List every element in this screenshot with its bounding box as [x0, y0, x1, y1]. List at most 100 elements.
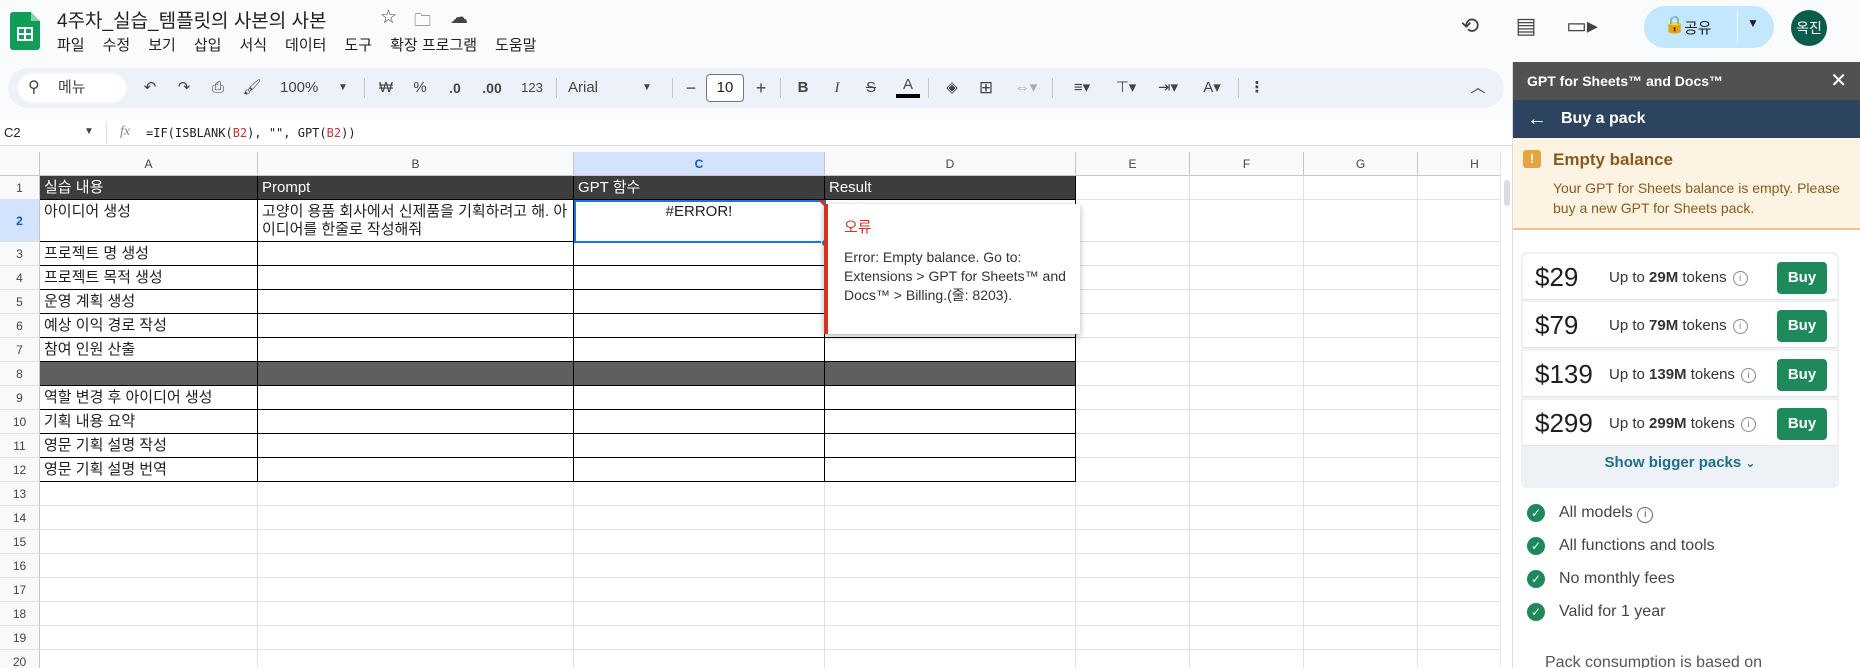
cell[interactable] [1304, 482, 1418, 506]
cell[interactable] [1418, 602, 1500, 626]
cell[interactable] [825, 578, 1076, 602]
zoom-chevron-icon[interactable]: ▼ [338, 76, 348, 100]
column-header-h[interactable]: H [1418, 152, 1500, 176]
cell[interactable]: 영문 기획 설명 작성 [40, 434, 258, 458]
cell[interactable] [1418, 578, 1500, 602]
cell[interactable] [1304, 626, 1418, 650]
strikethrough-icon[interactable]: S [860, 76, 882, 100]
cell[interactable] [1076, 530, 1190, 554]
cell[interactable] [258, 578, 574, 602]
cell[interactable] [1304, 338, 1418, 362]
cell[interactable] [1418, 458, 1500, 482]
cell[interactable] [1076, 458, 1190, 482]
vertical-align-icon[interactable]: ⊤▾ [1108, 76, 1144, 100]
row-header[interactable]: 2 [0, 200, 40, 242]
font-chevron-icon[interactable]: ▼ [642, 76, 652, 100]
cell[interactable] [258, 338, 574, 362]
cell[interactable] [825, 458, 1076, 482]
show-bigger-packs-link[interactable]: Show bigger packs ⌄ [1521, 454, 1839, 471]
cell[interactable] [1304, 242, 1418, 266]
cell[interactable] [258, 434, 574, 458]
info-icon[interactable]: i [1740, 417, 1756, 432]
star-icon[interactable]: ☆ [380, 6, 397, 29]
cell[interactable]: 영문 기획 설명 번역 [40, 458, 258, 482]
cell[interactable] [574, 530, 825, 554]
column-header-c[interactable]: C [574, 152, 825, 176]
cell[interactable] [40, 362, 258, 386]
cell[interactable] [1190, 650, 1304, 668]
cell[interactable] [1304, 386, 1418, 410]
cell[interactable] [1304, 362, 1418, 386]
cell[interactable] [1190, 338, 1304, 362]
menu-tools[interactable]: 도구 [335, 34, 381, 55]
cell[interactable] [1304, 314, 1418, 338]
cell[interactable] [574, 458, 825, 482]
share-button[interactable]: 🔒 공유 ▼ [1644, 6, 1774, 48]
cell[interactable]: 프로젝트 목적 생성 [40, 266, 258, 290]
text-wrap-icon[interactable]: ⇥▾ [1150, 76, 1186, 100]
number-format-button[interactable]: 123 [516, 76, 548, 100]
cell[interactable]: 기획 내용 요약 [40, 410, 258, 434]
cell[interactable]: 고양이 용품 회사에서 신제품을 기획하려고 해. 아이디어를 한줄로 작성해줘 [258, 200, 574, 242]
cell[interactable] [1418, 506, 1500, 530]
cell[interactable] [1418, 242, 1500, 266]
comments-icon[interactable]: ▤ [1510, 12, 1542, 40]
row-header[interactable]: 20 [0, 650, 40, 668]
cell[interactable]: 역할 변경 후 아이디어 생성 [40, 386, 258, 410]
cell[interactable] [574, 338, 825, 362]
cell[interactable] [1190, 290, 1304, 314]
percent-format-button[interactable]: % [408, 76, 432, 100]
cell[interactable] [1418, 362, 1500, 386]
cell[interactable] [1076, 386, 1190, 410]
cell[interactable] [825, 626, 1076, 650]
cell[interactable] [574, 554, 825, 578]
cell[interactable] [1418, 530, 1500, 554]
cell[interactable] [1076, 290, 1190, 314]
cell[interactable] [1190, 602, 1304, 626]
menu-data[interactable]: 데이터 [276, 34, 335, 55]
cell[interactable] [1190, 482, 1304, 506]
cell[interactable]: 프로젝트 명 생성 [40, 242, 258, 266]
menu-format[interactable]: 서식 [230, 34, 276, 55]
italic-icon[interactable]: I [826, 76, 848, 100]
increase-font-size-icon[interactable]: + [752, 76, 770, 100]
spreadsheet-grid[interactable]: A B C D E F G H 1 실습 내용 Prompt GPT 함수 Result… [0, 152, 1500, 668]
collapse-toolbar-icon[interactable]: ︿ [1468, 76, 1488, 100]
name-box[interactable]: C2 [4, 125, 21, 140]
cell[interactable] [258, 290, 574, 314]
cell[interactable] [258, 410, 574, 434]
cell[interactable] [825, 554, 1076, 578]
cell[interactable] [258, 482, 574, 506]
cell[interactable] [40, 602, 258, 626]
cell[interactable] [1076, 626, 1190, 650]
column-header-e[interactable]: E [1076, 152, 1190, 176]
cell[interactable] [574, 362, 825, 386]
cell[interactable] [1076, 266, 1190, 290]
cell[interactable] [1304, 554, 1418, 578]
cell[interactable] [1304, 410, 1418, 434]
cell[interactable] [1304, 650, 1418, 668]
row-header[interactable]: 14 [0, 506, 40, 530]
cell[interactable] [574, 314, 825, 338]
cell[interactable] [258, 506, 574, 530]
select-all-corner[interactable] [0, 152, 40, 176]
zoom-select[interactable]: 100% [280, 76, 318, 100]
row-header[interactable]: 17 [0, 578, 40, 602]
column-header-g[interactable]: G [1304, 152, 1418, 176]
cell[interactable] [258, 554, 574, 578]
menu-view[interactable]: 보기 [139, 34, 185, 55]
name-box-chevron-icon[interactable]: ▼ [84, 126, 94, 137]
cell[interactable] [1418, 386, 1500, 410]
cell[interactable] [1304, 266, 1418, 290]
cell[interactable] [825, 338, 1076, 362]
cell[interactable] [40, 626, 258, 650]
borders-icon[interactable]: ⊞ [974, 76, 998, 100]
cell[interactable] [1190, 242, 1304, 266]
cell[interactable]: 참여 인원 산출 [40, 338, 258, 362]
cell[interactable] [1304, 578, 1418, 602]
cell[interactable] [40, 506, 258, 530]
print-icon[interactable]: ⎙ [206, 76, 230, 100]
cell[interactable] [1418, 290, 1500, 314]
sheets-logo-icon[interactable] [10, 12, 40, 50]
decrease-decimal-button[interactable]: .0 [442, 76, 468, 100]
